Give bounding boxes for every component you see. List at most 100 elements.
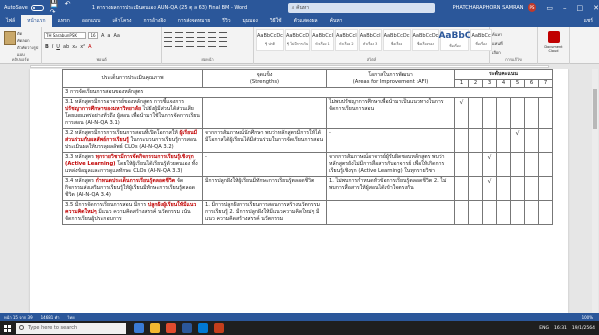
style-item[interactable]: AaBbCc ชื่อเรื่อง: [470, 29, 492, 51]
chrome-icon[interactable]: [166, 323, 176, 333]
minimize-icon[interactable]: –: [563, 4, 567, 12]
powerpoint-icon[interactable]: [214, 323, 224, 333]
tab-6[interactable]: การส่งจดหมาย: [172, 15, 217, 27]
tab-11[interactable]: ค้นหา: [324, 15, 349, 27]
score-cell-2: [468, 128, 483, 153]
style-item[interactable]: AaBbC ชื่อเรื่อง: [438, 29, 471, 51]
criterion-cell: 3.4 หลักสูตร กำหนดประเด็นการเรียนรู้ตลอด…: [62, 176, 203, 201]
tray-lang[interactable]: ENG: [539, 326, 549, 331]
tab-4[interactable]: เค้าโครง: [106, 15, 137, 27]
style-name: ชื่อเรื่อง: [475, 42, 487, 46]
file-explorer-icon[interactable]: [150, 323, 160, 333]
autosave-toggle[interactable]: [30, 4, 44, 11]
score-cell-6: [524, 200, 539, 225]
word-count[interactable]: 14681 คำ: [41, 314, 60, 321]
zoom-level[interactable]: 100%: [582, 315, 593, 320]
tab-1[interactable]: หน้าแรก: [21, 15, 52, 27]
align-center-icon[interactable]: [175, 41, 183, 47]
shrink-font-icon[interactable]: a: [107, 33, 110, 39]
task-view-icon[interactable]: [134, 323, 144, 333]
multilevel-list-icon[interactable]: [186, 32, 194, 38]
page-count[interactable]: หน้า 15 จาก 39: [4, 314, 33, 321]
style-preview: AaBbCcDc: [412, 33, 439, 39]
find-button[interactable]: ค้นหา: [492, 31, 535, 38]
tab-5[interactable]: การอ้างอิง: [137, 15, 171, 27]
line-spacing-icon[interactable]: [208, 41, 216, 47]
justify-icon[interactable]: [197, 41, 205, 47]
style-item[interactable]: AaBbCcI หัวเรื่อง 2: [334, 29, 358, 51]
score-cell-3: [482, 97, 497, 129]
tab-0[interactable]: ไฟล์: [0, 15, 21, 27]
style-item[interactable]: AaBbCcDc ชื่อเรื่องรอง: [411, 29, 440, 51]
styles-gallery: AaBbCcDc ¶ ปกติ AaBbCcD ¶ ไม่มีการเว้น AaBbC…: [256, 29, 492, 51]
criterion-cell: 3.2 หลักสูตรมีการการเรียนการสอนที่เปิดโอ…: [62, 128, 203, 153]
tab-8[interactable]: มุมมอง: [237, 15, 264, 27]
afi-cell: จากการสัมภาษณ์อาจารย์ผู้รับผิดชอบหลักสูต…: [326, 152, 455, 177]
style-item[interactable]: AaBbCcDc ¶ ปกติ: [256, 29, 284, 51]
font-size-select[interactable]: 16: [88, 32, 98, 39]
align-left-icon[interactable]: [164, 41, 172, 47]
replace-button[interactable]: แทนที่: [492, 40, 535, 47]
tab-2[interactable]: แทรก: [52, 15, 76, 27]
paste-icon[interactable]: [4, 31, 16, 45]
windows-icon: [3, 324, 11, 332]
style-item[interactable]: AaBbCcD ¶ ไม่มีการเว้น: [284, 29, 311, 51]
taskbar-search[interactable]: Type here to search: [16, 322, 126, 334]
score-cell-7: [537, 200, 554, 225]
superscript-icon[interactable]: x²: [80, 44, 85, 50]
scrollbar-thumb[interactable]: [593, 89, 597, 129]
font-name-select[interactable]: TH SarabunPSK: [44, 32, 86, 39]
sort-icon[interactable]: [219, 32, 227, 38]
document-cloud-icon[interactable]: [547, 31, 560, 43]
score-cell-2: [468, 200, 483, 225]
style-item[interactable]: AaBbCcI หัวเรื่อง 3: [358, 29, 382, 51]
italic-icon[interactable]: I: [52, 44, 53, 50]
tab-3[interactable]: ออกแบบ: [76, 15, 107, 27]
decrease-indent-icon[interactable]: [197, 32, 205, 38]
style-name: หัวเรื่อง 3: [362, 42, 378, 46]
subscript-icon[interactable]: x₂: [72, 44, 77, 50]
borders-icon[interactable]: [219, 41, 227, 47]
tray-date[interactable]: 19/1/2564: [572, 326, 595, 331]
search-box[interactable]: ⌕ ค้นหา: [287, 2, 435, 13]
grow-font-icon[interactable]: A: [101, 33, 104, 39]
ribbon-display-icon[interactable]: ▭: [546, 4, 553, 12]
word-icon[interactable]: [182, 323, 192, 333]
start-button[interactable]: [0, 321, 14, 335]
increase-indent-icon[interactable]: [208, 32, 216, 38]
quick-access-icons[interactable]: 💾 ↶ ↷: [50, 0, 84, 16]
tray-time[interactable]: 16:31: [554, 326, 567, 331]
align-right-icon[interactable]: [186, 41, 194, 47]
document-page[interactable]: ประเด็นการประเมินคุณภาพ จุดแข็ง (Strengt…: [30, 69, 568, 313]
tab-7[interactable]: รีวิว: [216, 15, 236, 27]
maximize-icon[interactable]: □: [576, 4, 583, 12]
copy-button[interactable]: คัดลอก: [17, 37, 30, 44]
numbering-icon[interactable]: [175, 32, 183, 38]
styles-group: AaBbCcDc ¶ ปกติ AaBbCcD ¶ ไม่มีการเว้น AaBbC…: [254, 27, 492, 64]
level-header: 3: [482, 79, 497, 88]
language-indicator[interactable]: ไทย: [68, 314, 75, 321]
ruler-bar[interactable]: [30, 65, 549, 68]
underline-icon[interactable]: U: [56, 44, 60, 50]
close-icon[interactable]: ✕: [593, 4, 599, 12]
style-item[interactable]: AaBbCcI หัวเรื่อง 1: [311, 29, 334, 51]
document-area: ประเด็นการประเมินคุณภาพ จุดแข็ง (Strengt…: [0, 69, 599, 313]
style-name: หัวเรื่อง 1: [315, 42, 330, 46]
strikethrough-icon[interactable]: ab: [63, 44, 69, 50]
font-color-icon[interactable]: A: [88, 44, 91, 50]
document-cloud-label[interactable]: Document Cloud: [540, 45, 567, 53]
cut-button[interactable]: ตัด: [17, 30, 22, 37]
bold-icon[interactable]: B: [45, 44, 49, 50]
vertical-scrollbar[interactable]: [592, 69, 598, 313]
tab-9[interactable]: วิธีใช้: [264, 15, 288, 27]
select-button[interactable]: เลือก: [492, 49, 535, 56]
edge-icon[interactable]: [198, 323, 208, 333]
bullets-icon[interactable]: [164, 32, 172, 38]
style-item[interactable]: AaBbCcDc ชื่อเรื่อง: [382, 29, 411, 51]
header-criterion: ประเด็นการประเมินคุณภาพ: [62, 69, 203, 88]
user-name[interactable]: PHATCHARAPHORN SAMRAN: [453, 5, 524, 11]
user-avatar[interactable]: PS: [527, 3, 537, 12]
share-button[interactable]: แชร์: [584, 17, 593, 25]
tab-10[interactable]: ตัวแสดงผล: [288, 15, 324, 27]
change-case-icon[interactable]: Aa: [114, 33, 120, 39]
